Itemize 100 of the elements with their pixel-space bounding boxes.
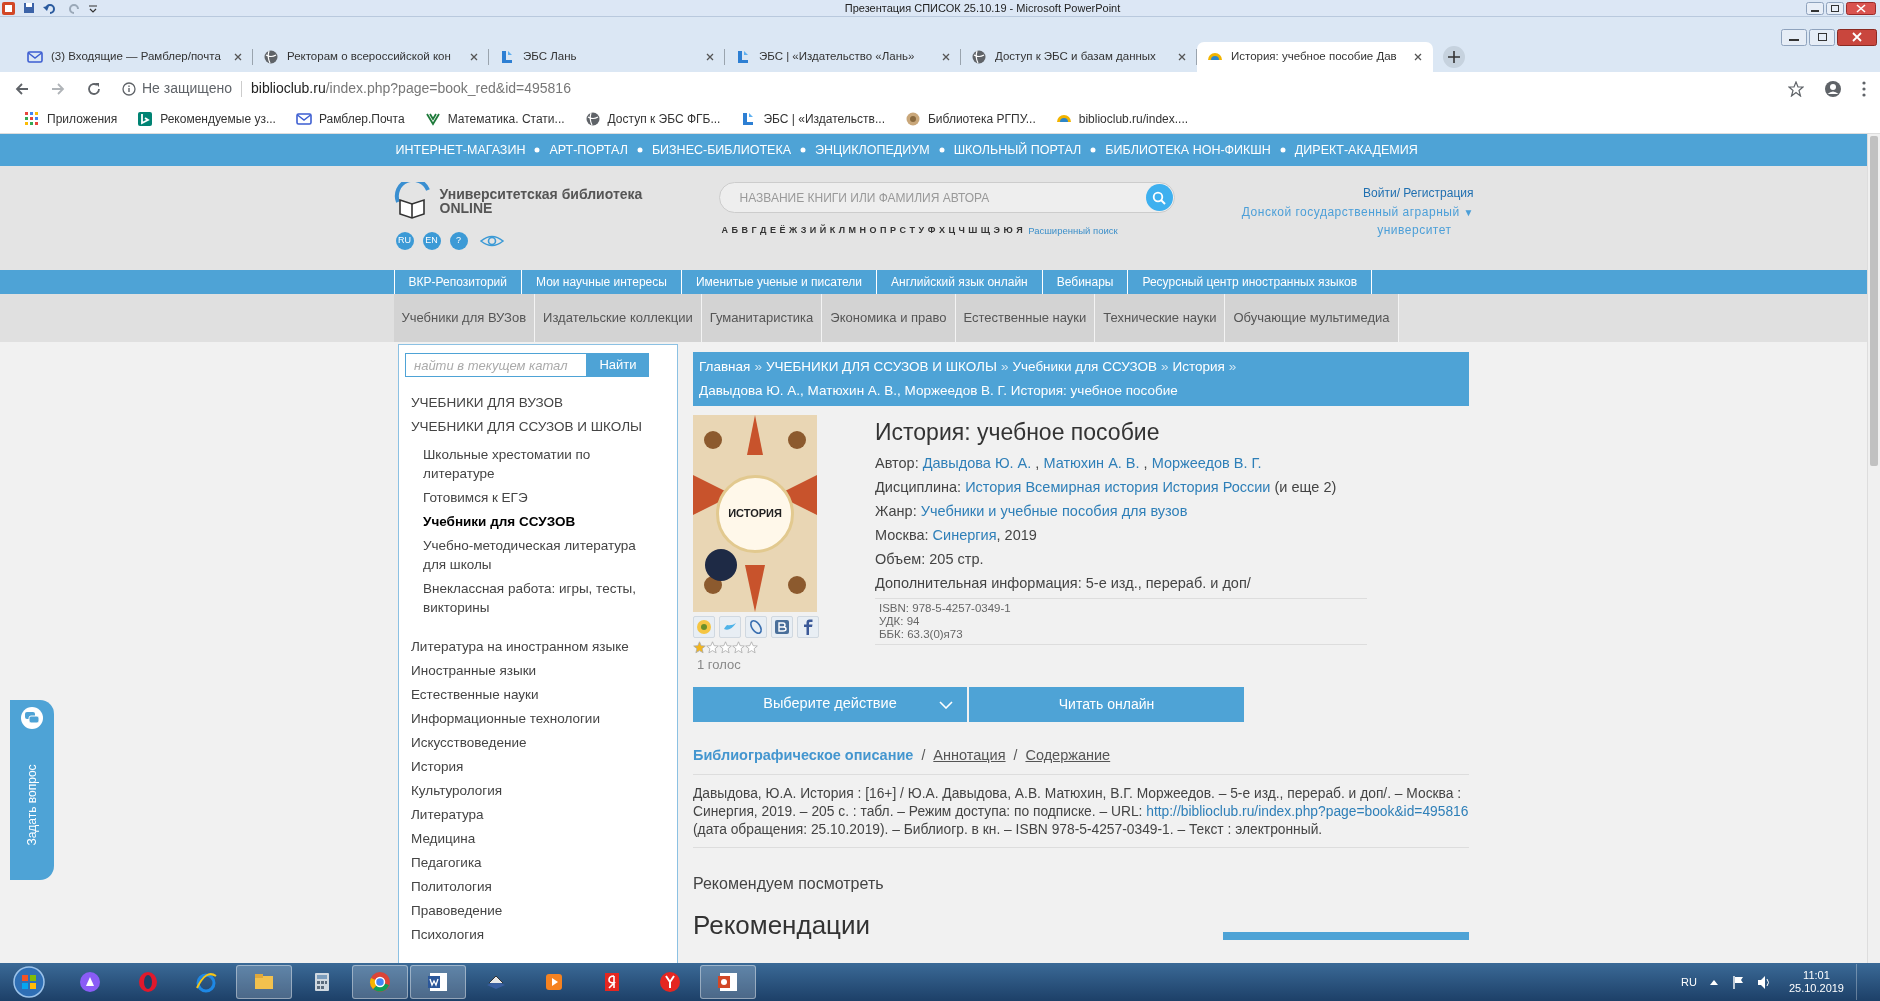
search-field[interactable]: НАЗВАНИЕ КНИГИ ИЛИ ФАМИЛИЯ АВТОРА — [718, 182, 1175, 213]
bookmark-item[interactable]: Математика. Стати... — [424, 110, 565, 128]
info-tab[interactable]: Аннотация — [933, 744, 1006, 767]
close-icon[interactable] — [705, 52, 715, 62]
category-menu-link[interactable]: Гуманитаристика — [701, 294, 823, 342]
minimize-icon[interactable] — [1781, 29, 1807, 46]
alphabet-letter-link[interactable]: Х — [938, 224, 945, 238]
alphabet-letter-link[interactable]: Ц — [948, 224, 955, 238]
category-link[interactable]: УЧЕБНИКИ ДЛЯ ССУЗОВ И ШКОЛЫ — [411, 415, 671, 439]
close-icon[interactable] — [233, 52, 243, 62]
detail-link[interactable]: Синергия — [932, 527, 997, 543]
alphabet-letter-link[interactable]: Ж — [789, 224, 798, 238]
bookmark-item[interactable]: ЭБС | «Издательств... — [740, 110, 885, 128]
bookmark-item[interactable]: Доступ к ЭБС ФГБ... — [584, 110, 721, 128]
bookmark-item[interactable]: Приложения — [24, 110, 118, 128]
alphabet-letter-link[interactable]: Ч — [958, 224, 965, 238]
category-menu-link[interactable]: Издательские коллекции — [535, 294, 702, 342]
browser-tab[interactable]: ЭБС | «Издательство «Лань» — [725, 42, 961, 72]
language-indicator[interactable]: RU — [1681, 973, 1697, 991]
alphabet-letter-link[interactable]: Я — [1016, 224, 1023, 238]
bookmark-star-icon[interactable] — [1788, 80, 1804, 97]
alphabet-letter-link[interactable]: Ё — [779, 224, 786, 238]
bookmark-item[interactable]: Рамблер.Почта — [295, 110, 405, 128]
menu-icon[interactable] — [1862, 80, 1866, 97]
new-tab-icon[interactable] — [1443, 46, 1465, 68]
bookmark-item[interactable]: biblioclub.ru/index.... — [1055, 110, 1189, 128]
info-icon[interactable] — [122, 81, 136, 96]
minimize-icon[interactable] — [1806, 1, 1824, 15]
close-icon[interactable] — [941, 52, 951, 62]
subcategory-link[interactable]: Внеклассная работа: игры, тесты, викторины — [423, 579, 643, 617]
subcategory-link[interactable]: Учебники для ССУЗОВ — [423, 512, 643, 531]
start-button-icon[interactable] — [12, 965, 46, 999]
save-icon[interactable] — [23, 2, 35, 14]
logo-icon[interactable] — [393, 182, 432, 220]
alphabet-letter-link[interactable]: Ш — [968, 224, 978, 238]
detail-link[interactable]: Давыдова Ю. А. — [922, 455, 1032, 471]
detail-link[interactable]: Матюхин А. В. — [1043, 455, 1140, 471]
volume-icon[interactable] — [1756, 974, 1771, 990]
category-link[interactable]: История — [411, 755, 671, 779]
undo-icon[interactable] — [43, 2, 55, 14]
alphabet-letter-link[interactable]: Е — [770, 224, 776, 238]
detail-link[interactable]: Моржеедов В. Г. — [1151, 455, 1262, 471]
browser-tab[interactable]: ЭБС Лань — [489, 42, 725, 72]
detail-link[interactable]: История России — [1162, 479, 1271, 495]
share-button[interactable] — [797, 616, 819, 638]
info-tab[interactable]: Содержание — [1025, 744, 1111, 767]
category-link[interactable]: Медицина — [411, 827, 671, 851]
catalog-search-field[interactable]: найти в текущем катал — [405, 353, 587, 377]
clock[interactable]: 11:01 25.10.2019 — [1788, 969, 1844, 995]
bookmark-item[interactable]: Библиотека РГПУ... — [904, 110, 1036, 128]
close-icon[interactable] — [1413, 52, 1423, 62]
close-icon[interactable] — [1837, 29, 1877, 46]
category-link[interactable]: Иностранные языки — [411, 659, 671, 683]
category-link[interactable]: Литература на иностранном языке — [411, 635, 671, 659]
alphabet-letter-link[interactable]: У — [918, 224, 925, 238]
category-menu-link[interactable]: Обучающие мультимедиа — [1225, 294, 1399, 342]
alphabet-letter-link[interactable]: Б — [731, 224, 738, 238]
scrollbar[interactable] — [1867, 134, 1880, 963]
alphabet-letter-link[interactable]: Ю — [1003, 224, 1013, 238]
detail-link[interactable]: Всемирная история — [1025, 479, 1159, 495]
browser-tab[interactable]: (3) Входящие — Рамблер/почта — [17, 42, 253, 72]
account-icon[interactable] — [1824, 79, 1842, 98]
category-menu-link[interactable]: Экономика и право — [822, 294, 956, 342]
category-link[interactable]: Педагогика — [411, 851, 671, 875]
detail-link[interactable]: Учебники и учебные пособия для вузов — [920, 503, 1188, 519]
alphabet-letter-link[interactable]: Э — [993, 224, 1000, 238]
category-menu-link[interactable]: Технические науки — [1095, 294, 1226, 342]
alphabet-letter-link[interactable]: З — [800, 224, 807, 238]
alphabet-letter-link[interactable]: Р — [890, 224, 897, 238]
close-icon[interactable] — [1846, 1, 1876, 15]
close-icon[interactable] — [1177, 52, 1187, 62]
alphabet-letter-link[interactable]: И — [809, 224, 817, 238]
category-link[interactable]: Психология — [411, 923, 671, 947]
alphabet-letter-link[interactable]: Щ — [980, 224, 991, 238]
close-icon[interactable] — [469, 52, 479, 62]
detail-link[interactable]: История — [965, 479, 1022, 495]
customize-icon[interactable] — [87, 2, 99, 14]
alphabet-letter-link[interactable]: П — [880, 224, 887, 238]
subcategory-link[interactable]: Школьные хрестоматии по литературе — [423, 445, 643, 483]
category-menu-link[interactable]: Естественные науки — [955, 294, 1096, 342]
flag-icon[interactable] — [1730, 974, 1745, 990]
alphabet-letter-link[interactable]: Н — [859, 224, 867, 238]
category-menu-link[interactable]: Учебники для ВУЗов — [393, 294, 536, 342]
book-cover[interactable]: ИСТОРИЯ — [693, 415, 817, 612]
alphabet-letter-link[interactable]: А — [721, 224, 728, 238]
subcategory-link[interactable]: Готовимся к ЕГЭ — [423, 488, 643, 507]
category-link[interactable]: Правоведение — [411, 899, 671, 923]
citation-link[interactable]: http://biblioclub.ru/index.php?page=book&id=495816 — [1146, 804, 1469, 820]
alphabet-letter-link[interactable]: Ф — [927, 224, 936, 238]
reload-icon[interactable] — [86, 80, 102, 97]
category-link[interactable]: Информационные технологии — [411, 707, 671, 731]
bookmark-item[interactable]: Рекомендуемые уз... — [137, 110, 276, 128]
share-button[interactable] — [771, 616, 793, 638]
browser-tab[interactable]: Доступ к ЭБС и базам данных — [961, 42, 1197, 72]
taskbar-app-button[interactable] — [410, 965, 466, 999]
back-icon[interactable] — [14, 80, 30, 97]
maximize-icon[interactable] — [1826, 1, 1844, 15]
subcategory-link[interactable]: Учебно-методическая литература для школы — [423, 536, 643, 574]
logo-text[interactable]: Университетская библиотека — [439, 187, 643, 201]
alphabet-letter-link[interactable]: К — [829, 224, 836, 238]
